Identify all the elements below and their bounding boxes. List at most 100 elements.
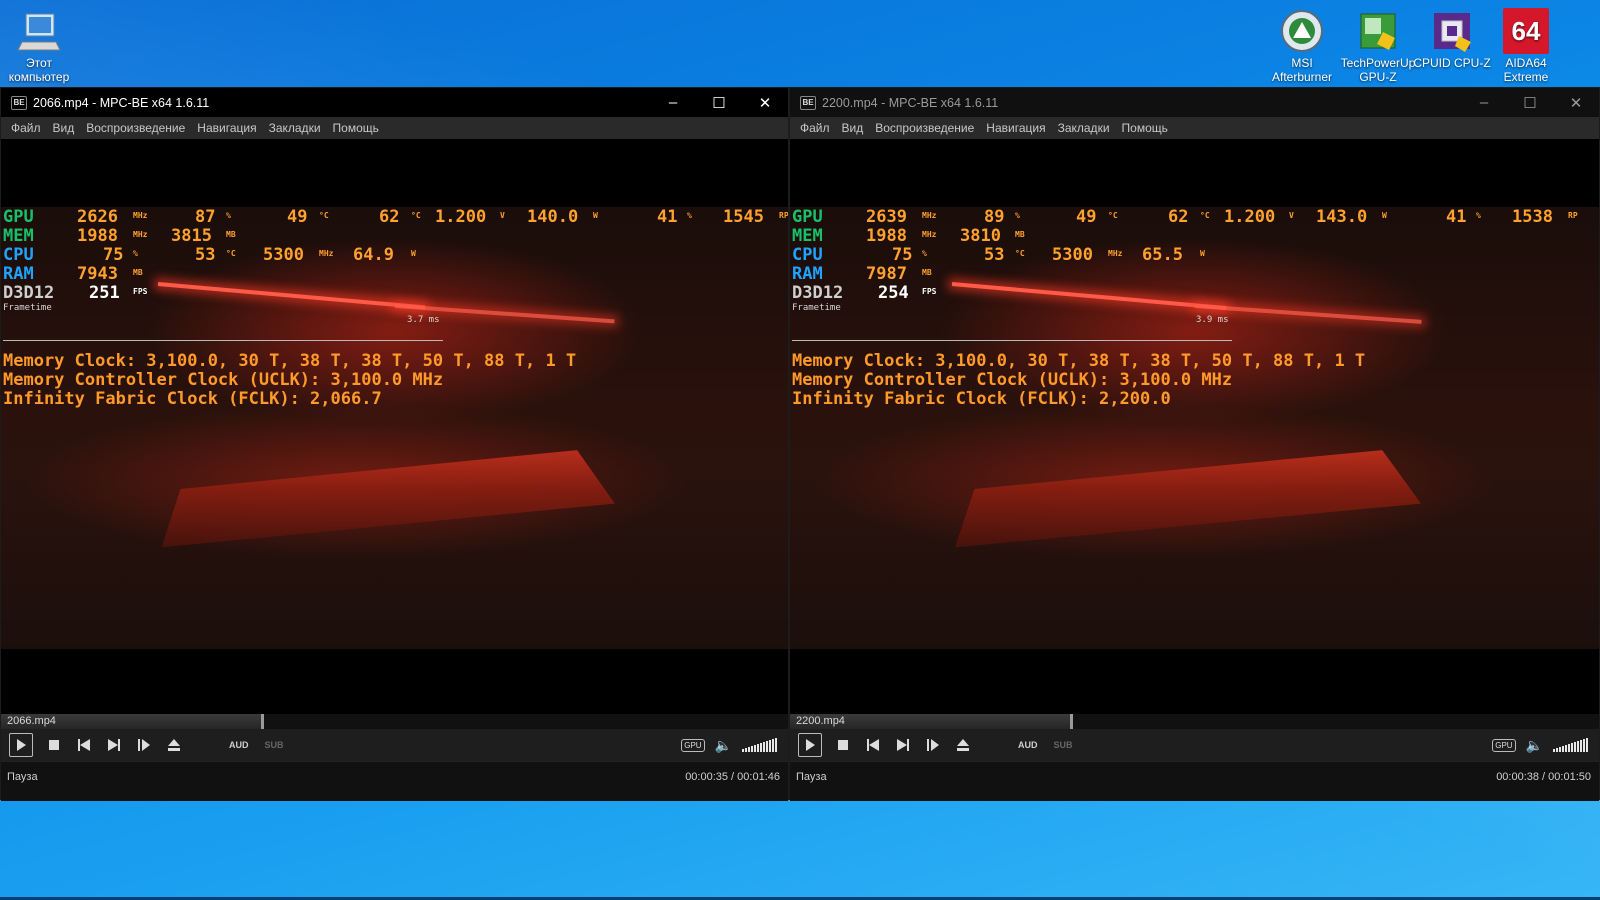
osd-cpu-temp: 53 [195, 245, 216, 265]
menu-help[interactable]: Помощь [1116, 121, 1174, 135]
subtitle-button[interactable]: SUB [1054, 740, 1073, 750]
overlay-memory-clock: Memory Clock: 3,100.0, 30 T, 38 T, 38 T,… [792, 351, 1366, 371]
speaker-icon[interactable]: 🔈 [1526, 737, 1543, 754]
stop-button[interactable] [39, 733, 69, 757]
osd-gpu-load: 87 [195, 207, 216, 227]
desktop-icon-cpu-z[interactable]: CPUID CPU-Z [1413, 8, 1491, 70]
eject-button[interactable] [159, 733, 189, 757]
desktop-icon-label: AIDA64 [1505, 56, 1547, 70]
desktop-icon-this-pc[interactable]: Этот компьютер [0, 8, 78, 84]
osd-gpu-hotspot: 62 [1168, 207, 1189, 227]
desktop-icon-aida64[interactable]: 64 AIDA64 Extreme [1487, 8, 1565, 84]
menu-playback[interactable]: Воспроизведение [869, 121, 980, 135]
menu-view[interactable]: Вид [836, 121, 870, 135]
play-button[interactable] [798, 733, 822, 757]
gpu-decoding-badge[interactable]: GPU [681, 738, 705, 752]
next-button[interactable] [99, 733, 129, 757]
osd-frametime-label: Frametime [3, 303, 52, 313]
maximize-button[interactable]: ☐ [696, 88, 742, 117]
volume-slider[interactable] [1553, 738, 1589, 752]
menu-view[interactable]: Вид [47, 121, 81, 135]
eject-button[interactable] [948, 733, 978, 757]
audio-track-button[interactable]: AUD [229, 740, 249, 750]
osd-frametime-label: Frametime [792, 303, 841, 313]
menu-help[interactable]: Помощь [327, 121, 385, 135]
menu-file[interactable]: Файл [5, 121, 47, 135]
audio-track-button[interactable]: AUD [1018, 740, 1038, 750]
osd-fps: 251 [89, 283, 120, 303]
osd-gpu-power: 140.0 [527, 207, 579, 227]
osd-gpu-clock: 2639 [866, 207, 907, 227]
frame-step-button[interactable] [918, 733, 948, 757]
play-button[interactable] [9, 733, 33, 757]
mpc-be-window-2200[interactable]: BE 2200.mp4 - MPC-BE x64 1.6.11 – ☐ ✕ Фа… [789, 87, 1600, 801]
mpc-be-window-2066[interactable]: BE 2066.mp4 - MPC-BE x64 1.6.11 – ☐ ✕ Фа… [0, 87, 789, 801]
osd-gpu-rpm: 1545 [723, 207, 764, 227]
frame-step-button[interactable] [129, 733, 159, 757]
osd-label-ram: RAM [3, 264, 34, 284]
seek-bar[interactable]: 2066.mp4 [1, 714, 788, 729]
close-button[interactable]: ✕ [742, 88, 788, 117]
playback-controls: AUD SUB GPU 🔈 [1, 729, 788, 761]
menu-playback[interactable]: Воспроизведение [80, 121, 191, 135]
window-titlebar[interactable]: BE 2066.mp4 - MPC-BE x64 1.6.11 – ☐ ✕ [1, 88, 788, 117]
stop-icon [838, 740, 848, 750]
play-icon [17, 739, 26, 751]
eject-icon [957, 739, 969, 751]
osd-unit: MHz [922, 230, 937, 239]
osd-gpu-row: GPU 2639 MHz 89 % 49 °C 62 °C 1.200 V 14… [792, 207, 1578, 227]
osd-gpu-row: GPU 2626 MHz 87 % 49 °C 62 °C 1.200 V 14… [3, 207, 788, 227]
video-area[interactable]: GPU 2626 MHz 87 % 49 °C 62 °C 1.200 V 14… [1, 139, 788, 714]
osd-ram-row: RAM 7987 MB [792, 265, 992, 284]
menu-navigation[interactable]: Навигация [980, 121, 1051, 135]
playback-time: 00:00:38 / 00:01:50 [1496, 771, 1591, 783]
osd-ram-used: 7943 [77, 264, 118, 284]
osd-unit: MHz [1108, 249, 1123, 258]
osd-unit: °C [411, 211, 421, 220]
skip-forward-icon [108, 739, 120, 751]
desktop-icon-label: TechPowerUp [1340, 56, 1416, 70]
aida64-badge-text: 64 [1511, 16, 1541, 46]
playback-time: 00:00:35 / 00:01:46 [685, 771, 780, 783]
volume-slider[interactable] [742, 738, 778, 752]
seek-thumb[interactable] [261, 714, 264, 729]
stop-button[interactable] [828, 733, 858, 757]
next-button[interactable] [888, 733, 918, 757]
desktop-icon-label: компьютер [8, 70, 70, 84]
previous-button[interactable] [69, 733, 99, 757]
play-icon [806, 739, 815, 751]
cpu-z-icon [1429, 8, 1475, 54]
seek-bar[interactable]: 2200.mp4 [790, 714, 1599, 729]
minimize-button[interactable]: – [1461, 88, 1507, 117]
gpu-decoding-badge[interactable]: GPU [1492, 738, 1516, 752]
osd-cpu-load: 75 [892, 245, 913, 265]
osd-mem-row: MEM 1988 MHz 3810 MB [792, 227, 1092, 246]
pool-table [161, 450, 615, 548]
menu-bookmarks[interactable]: Закладки [1052, 121, 1116, 135]
playback-status: Пауза [7, 771, 38, 783]
osd-unit: V [1289, 211, 1294, 220]
desktop-icon-msi-afterburner[interactable]: MSI Afterburner [1263, 8, 1341, 84]
window-title: 2066.mp4 - MPC-BE x64 1.6.11 [33, 95, 210, 110]
osd-gpu-hotspot: 62 [379, 207, 400, 227]
maximize-button[interactable]: ☐ [1507, 88, 1553, 117]
video-area[interactable]: GPU 2639 MHz 89 % 49 °C 62 °C 1.200 V 14… [790, 139, 1599, 714]
osd-unit: MB [1015, 230, 1025, 239]
close-button[interactable]: ✕ [1553, 88, 1599, 117]
osd-label-ram: RAM [792, 264, 823, 284]
minimize-button[interactable]: – [650, 88, 696, 117]
frametime-value: 3.9 ms [1196, 315, 1229, 325]
desktop-icon-gpu-z[interactable]: TechPowerUp GPU-Z [1339, 8, 1417, 84]
desktop-icon-label: Afterburner [1271, 70, 1333, 84]
speaker-icon[interactable]: 🔈 [715, 737, 732, 754]
desktop-icon-label: CPUID CPU-Z [1413, 56, 1491, 70]
subtitle-button[interactable]: SUB [265, 740, 284, 750]
previous-button[interactable] [858, 733, 888, 757]
window-titlebar[interactable]: BE 2200.mp4 - MPC-BE x64 1.6.11 – ☐ ✕ [790, 88, 1599, 117]
menu-bookmarks[interactable]: Закладки [263, 121, 327, 135]
osd-cpu-clock: 5300 [263, 245, 304, 265]
osd-unit: FPS [922, 287, 937, 296]
seek-thumb[interactable] [1070, 714, 1073, 729]
menu-file[interactable]: Файл [794, 121, 836, 135]
menu-navigation[interactable]: Навигация [191, 121, 262, 135]
